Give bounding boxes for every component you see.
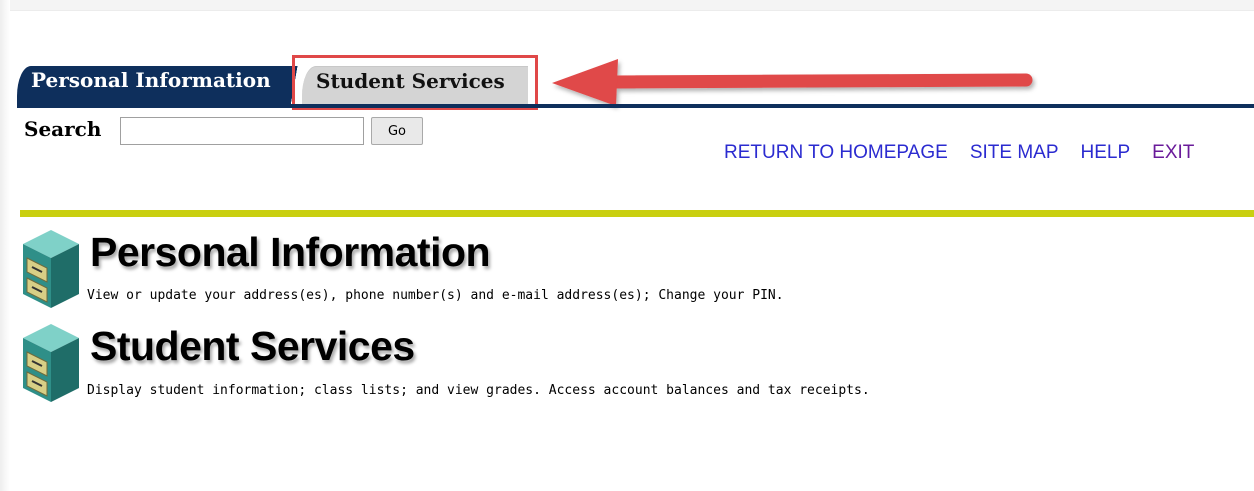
student-services-description: Display student information; class lists…: [87, 383, 870, 398]
top-links: RETURN TO HOMEPAGE SITE MAP HELP EXIT: [724, 142, 1194, 164]
file-cabinet-icon: [23, 324, 79, 402]
browser-top-strip: [0, 0, 1254, 11]
exit-link[interactable]: EXIT: [1152, 142, 1194, 163]
tab-bar-underline: [17, 104, 1254, 108]
tab-personal-information[interactable]: Personal Information: [17, 66, 292, 106]
file-cabinet-icon: [23, 230, 79, 308]
annotation-arrow-icon: [552, 59, 1033, 106]
search-input[interactable]: [120, 117, 364, 145]
search-label: Search: [24, 117, 102, 141]
site-map-link[interactable]: SITE MAP: [970, 142, 1059, 163]
annotation-highlight-box: [292, 55, 538, 110]
help-link[interactable]: HELP: [1081, 142, 1131, 163]
gold-divider: [20, 210, 1254, 217]
personal-information-link[interactable]: Personal Information: [90, 229, 491, 276]
left-edge-shadow: [0, 0, 10, 491]
go-button[interactable]: Go: [371, 117, 423, 145]
student-services-link[interactable]: Student Services: [90, 323, 415, 370]
return-to-homepage-link[interactable]: RETURN TO HOMEPAGE: [724, 142, 948, 163]
personal-information-description: View or update your address(es), phone n…: [87, 288, 784, 303]
